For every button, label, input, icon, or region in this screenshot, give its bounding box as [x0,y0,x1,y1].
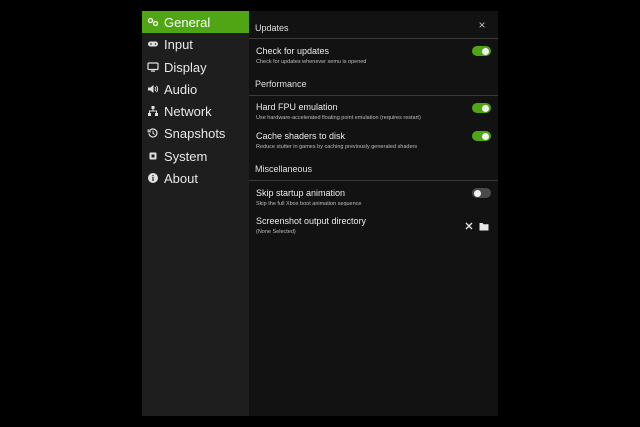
sidebar-item-label: About [164,170,198,186]
sidebar: General Input Display Audio Network Snap… [142,11,249,416]
monitor-icon [147,61,159,73]
sidebar-item-general[interactable]: General [142,11,249,33]
sidebar-item-display[interactable]: Display [142,56,249,78]
cache-shaders-toggle[interactable] [472,131,491,141]
check-updates-toggle[interactable] [472,46,491,56]
browse-directory-button[interactable] [479,221,489,231]
history-icon [147,127,159,139]
close-button[interactable]: × [476,18,488,32]
skip-startup-toggle[interactable] [472,188,491,198]
row-desc-hard-fpu: Use hardware-accelerated floating point … [256,115,421,121]
divider [249,38,498,39]
clear-directory-button[interactable] [464,221,474,231]
sidebar-item-about[interactable]: About [142,167,249,189]
settings-content: × Updates Check for updates Check for up… [249,11,498,416]
sidebar-item-label: Network [164,103,212,119]
info-icon [147,172,159,184]
toggle-knob [482,132,489,140]
row-desc-skip-startup: Skip the full Xbox boot animation sequen… [256,201,362,207]
hard-fpu-toggle[interactable] [472,103,491,113]
sidebar-item-label: System [164,148,208,164]
row-desc-cache-shaders: Reduce stutter in games by caching previ… [256,144,418,150]
speaker-icon [147,83,159,95]
folder-icon [479,222,489,230]
section-title-updates: Updates [255,23,289,33]
gamepad-icon [147,16,159,28]
section-title-performance: Performance [255,79,307,89]
row-desc-check-updates: Check for updates whenever xemu is opene… [256,59,367,65]
sidebar-item-snapshots[interactable]: Snapshots [142,122,249,144]
sidebar-item-label: Input [164,36,193,52]
divider [249,180,498,181]
close-icon [465,222,473,230]
sidebar-item-label: Display [164,59,207,75]
sidebar-item-system[interactable]: System [142,145,249,167]
sidebar-item-label: Audio [164,81,198,97]
row-title-cache-shaders: Cache shaders to disk [256,131,346,141]
sidebar-item-input[interactable]: Input [142,33,249,55]
divider [249,95,498,96]
toggle-knob [482,104,489,112]
sidebar-item-label: Snapshots [164,125,226,141]
row-title-check-updates: Check for updates [256,46,330,56]
row-desc-screenshot-dir: (None Selected) [256,229,296,235]
toggle-knob [474,189,481,197]
row-title-screenshot-dir: Screenshot output directory [256,216,367,226]
toggle-knob [482,47,489,55]
sidebar-item-label: General [164,14,211,30]
section-title-miscellaneous: Miscellaneous [255,164,313,174]
sidebar-item-network[interactable]: Network [142,100,249,122]
row-title-hard-fpu: Hard FPU emulation [256,102,338,112]
network-icon [147,105,159,117]
sidebar-item-audio[interactable]: Audio [142,78,249,100]
controller-icon [147,38,159,50]
chip-icon [147,150,159,162]
settings-window: General Input Display Audio Network Snap… [142,11,498,416]
row-title-skip-startup: Skip startup animation [256,188,346,198]
